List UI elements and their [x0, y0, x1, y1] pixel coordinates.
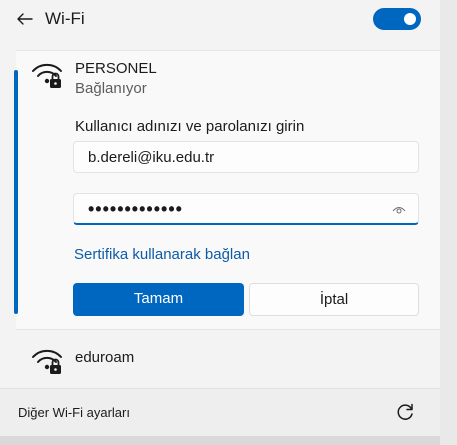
network-status: Bağlanıyor [75, 80, 147, 97]
panel-bottom-edge [0, 436, 440, 445]
arrow-left-icon[interactable] [12, 6, 38, 32]
refresh-icon[interactable] [393, 400, 417, 424]
password-field[interactable]: ••••••••••••• [73, 193, 419, 225]
selection-accent [14, 70, 18, 314]
network-name: eduroam [75, 349, 135, 366]
wifi-flyout: Wi-Fi PERSONEL Bağlanıyor Kullanıcı adın… [0, 0, 440, 445]
certificate-link[interactable]: Sertifika kullanarak bağlan [74, 246, 250, 263]
page-title: Wi-Fi [45, 9, 85, 28]
wifi-toggle[interactable] [373, 8, 421, 30]
password-mask: ••••••••••••• [88, 199, 183, 219]
wifi-secured-icon [32, 63, 62, 88]
cancel-button[interactable]: İptal [249, 283, 419, 316]
credentials-prompt: Kullanıcı adınızı ve parolanızı girin [75, 118, 305, 135]
ok-button[interactable]: Tamam [73, 283, 244, 316]
panel-edge [440, 0, 457, 445]
wifi-header: Wi-Fi [0, 0, 440, 40]
username-value: b.dereli@iku.edu.tr [88, 149, 215, 166]
username-field[interactable]: b.dereli@iku.edu.tr [73, 141, 419, 173]
network-name: PERSONEL [75, 60, 157, 77]
eye-icon[interactable] [392, 205, 406, 215]
toggle-knob [404, 13, 416, 25]
wifi-footer: Diğer Wi-Fi ayarları [0, 388, 440, 437]
wifi-secured-icon [32, 349, 62, 374]
more-wifi-settings-link[interactable]: Diğer Wi-Fi ayarları [18, 405, 130, 420]
